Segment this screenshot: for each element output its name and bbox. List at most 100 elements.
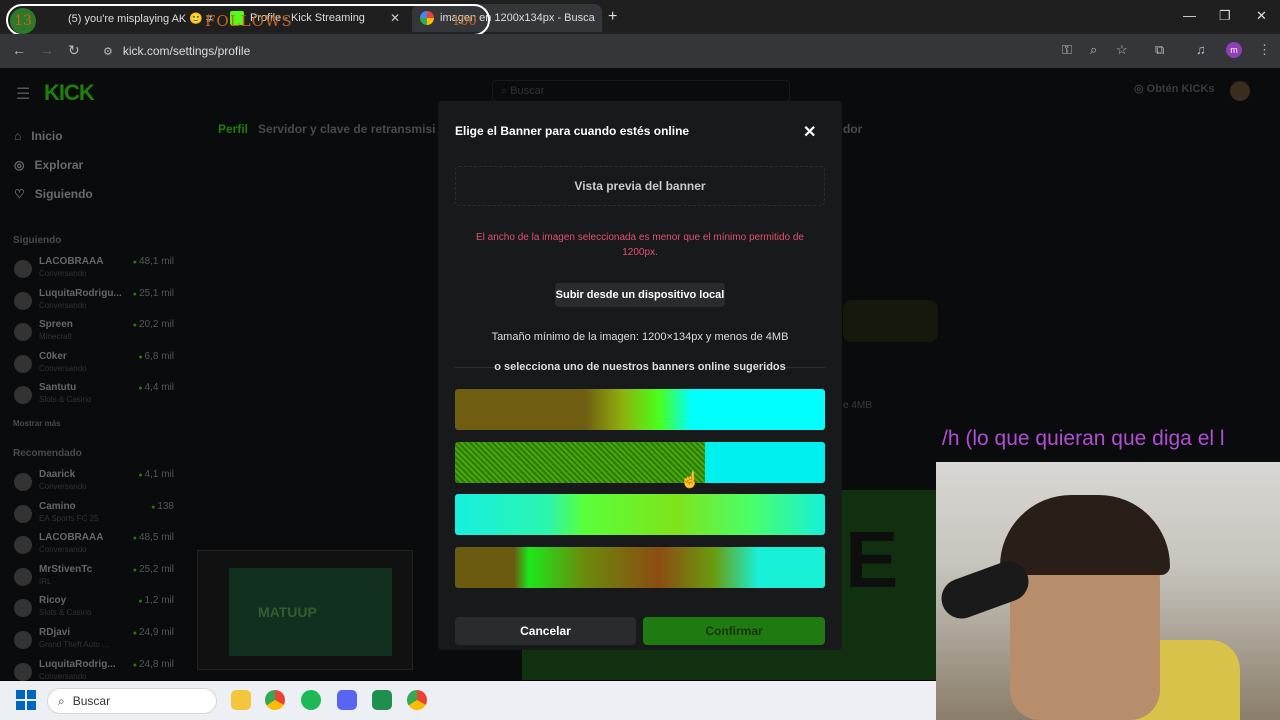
channel-category: Slots & Casino (39, 395, 92, 405)
suggested-banner-option[interactable] (455, 494, 825, 535)
channel-category: Minecraft (39, 332, 72, 342)
follow-goal: 100 (452, 14, 477, 29)
hand-cursor-icon: ☝ (680, 472, 700, 489)
chrome-icon[interactable] (265, 690, 285, 710)
suggested-banners-label: o selecciona uno de nuestros banners onl… (494, 361, 786, 373)
channel-avatar (14, 354, 32, 373)
maximize-icon[interactable]: ❐ (1219, 8, 1231, 24)
chrome-profile-icon[interactable] (407, 690, 427, 710)
channel-item[interactable]: MrStivenTcIRL 25,2 mil (14, 564, 174, 592)
channel-category: IRL (39, 576, 52, 586)
more-menu-icon[interactable]: ⋮ (1258, 42, 1271, 58)
channel-item[interactable]: SantutuSlots & Casino 4,4 mil (14, 382, 174, 410)
viewer-count: 4,4 mil (138, 382, 174, 393)
channel-item[interactable]: LuquitaRodrigu...Conversando 25,1 mil (14, 288, 174, 316)
spotify-icon[interactable] (301, 690, 321, 710)
extensions-icon[interactable]: ⧉ (1155, 42, 1164, 58)
windows-start-icon[interactable] (16, 690, 36, 710)
suggested-banner-option[interactable] (455, 442, 825, 483)
channel-item[interactable]: C0kerConversando 6,8 mil (14, 351, 174, 379)
new-tab-button[interactable]: + (608, 8, 617, 26)
channel-avatar (14, 504, 32, 523)
get-kicks-button[interactable]: ◎ Obtén KICKs (1134, 82, 1215, 95)
viewer-count: 6,8 mil (138, 351, 174, 362)
upload-local-button[interactable]: Subir desde un dispositivo local (555, 283, 725, 307)
confirm-button[interactable]: Confirmar (643, 617, 825, 645)
background-size-hint: e 4MB (843, 400, 872, 411)
hamburger-menu-icon[interactable]: ☰ (16, 84, 30, 104)
close-icon[interactable]: ✕ (803, 122, 816, 142)
channel-item[interactable]: Daarick Conversando 4,1 mil (14, 469, 174, 497)
viewer-count: 138 (151, 501, 174, 512)
channel-name: LACOBRAAA (39, 532, 104, 544)
channel-category: Conversando (39, 671, 87, 681)
channel-category: Grand Theft Auto ... (39, 640, 109, 649)
reload-icon[interactable]: ↻ (68, 42, 80, 59)
channel-name: LuquitaRodrigu... (39, 287, 122, 299)
suggested-banner-option[interactable] (455, 547, 825, 588)
tab-partial-right[interactable]: dor (843, 122, 862, 136)
channel-avatar (14, 291, 32, 310)
viewer-count: 48,1 mil (133, 256, 174, 267)
nav-explore[interactable]: ◎ Explorar (14, 158, 83, 172)
stream-preview-text: MATUUP (258, 604, 317, 620)
background-banner-shape (843, 300, 938, 342)
tab-stream-key[interactable]: Servidor y clave de retransmisi (258, 122, 435, 136)
tab-perfil[interactable]: Perfil (218, 122, 248, 136)
kick-logo[interactable]: KICK (44, 80, 95, 106)
channel-category: Conversando (39, 545, 87, 555)
channel-name: Ricoy (39, 595, 67, 607)
following-section-title: Siguiendo (13, 235, 62, 246)
channel-item[interactable]: CaminoEA Sports FC 25 138 (14, 501, 174, 529)
kick-search-input[interactable]: ⌕ Buscar (492, 80, 790, 102)
nav-home[interactable]: ⌂ Inicio (14, 129, 63, 143)
channel-name: MrStivenTc (39, 563, 93, 575)
viewer-count: 4,1 mil (138, 469, 174, 480)
channel-avatar (14, 599, 32, 618)
channel-name: RDjavi (39, 627, 71, 638)
cancel-button[interactable]: Cancelar (455, 617, 636, 645)
channel-avatar (14, 662, 32, 681)
channel-item[interactable]: SpreenMinecraft 20,2 mil (14, 319, 174, 347)
password-key-icon[interactable]: ⚿ (1062, 42, 1072, 58)
channel-item[interactable]: LACOBRAAA Conversando 48,1 mil (14, 256, 174, 284)
search-icon: ⌕ (58, 693, 65, 708)
taskbar-search-input[interactable]: ⌕ Buscar (47, 688, 217, 714)
channel-item[interactable]: LACOBRAAAConversando 48,5 mil (14, 532, 174, 560)
app-icon[interactable] (372, 690, 392, 710)
background-banner-text: E (845, 515, 899, 604)
channel-name: C0ker (39, 350, 67, 362)
modal-title: Elige el Banner para cuando estés online (455, 124, 690, 138)
channel-category: Slots & Casino (39, 608, 92, 618)
forward-icon[interactable]: → (40, 42, 54, 58)
viewer-count: 48,5 mil (133, 532, 174, 543)
compass-icon: ◎ (14, 158, 25, 172)
suggested-banner-option[interactable] (455, 389, 825, 430)
profile-avatar[interactable]: m (1226, 42, 1242, 58)
user-avatar[interactable] (1230, 81, 1250, 101)
viewer-count: 20,2 mil (133, 319, 174, 330)
follow-count-badge: 13 (10, 8, 36, 34)
show-more-link[interactable]: Mostrar más (13, 419, 61, 428)
viewer-count: 25,2 mil (133, 564, 174, 575)
media-control-icon[interactable]: ♫ (1196, 42, 1206, 57)
heart-icon: ♡ (14, 187, 25, 201)
channel-item[interactable]: RDjavi Grand Theft Auto ... 24,9 mil (14, 627, 174, 655)
tab-close-icon[interactable]: ✕ (601, 11, 602, 25)
nav-following[interactable]: ♡ Siguiendo (14, 187, 93, 201)
zoom-icon[interactable]: ⌕ (1090, 42, 1097, 58)
back-icon[interactable]: ← (12, 42, 26, 58)
channel-item[interactable]: RicoySlots & Casino 1,2 mil (14, 595, 174, 623)
file-explorer-icon[interactable] (231, 690, 251, 710)
minimize-icon[interactable]: — (1183, 8, 1196, 23)
url-bar[interactable]: ⚙ kick.com/settings/profile (95, 40, 1055, 62)
close-window-icon[interactable]: ✕ (1256, 8, 1267, 24)
discord-icon[interactable] (337, 690, 357, 710)
channel-avatar (14, 473, 32, 491)
channel-name: Spreen (39, 319, 73, 331)
channel-avatar (14, 536, 32, 555)
site-settings-icon[interactable]: ⚙ (103, 45, 113, 58)
channel-category: Conversando (39, 482, 87, 491)
bookmark-star-icon[interactable]: ☆ (1116, 42, 1128, 58)
url-text: kick.com/settings/profile (122, 44, 251, 58)
